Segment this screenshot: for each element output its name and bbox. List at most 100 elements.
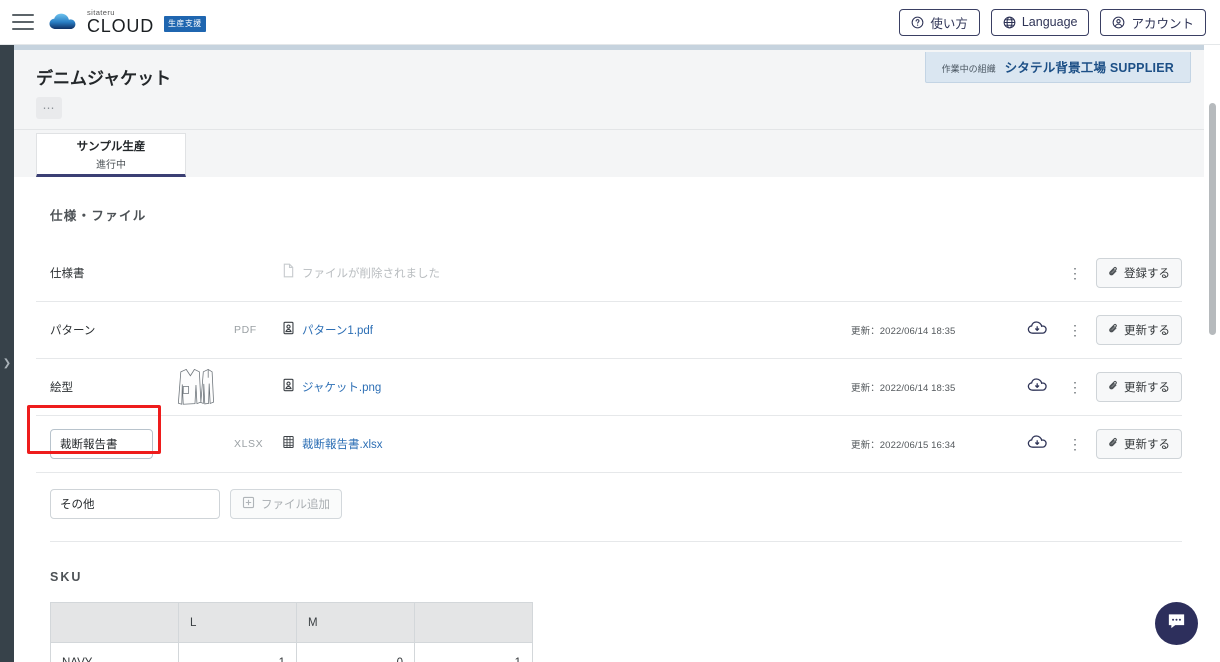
paperclip-icon bbox=[1108, 265, 1119, 281]
file-row-name: 絵型 bbox=[50, 382, 73, 394]
file-row-action: 更新する bbox=[1090, 429, 1182, 459]
app-root: sitateru CLOUD 生産支援 使い方 Language アカウント ❯… bbox=[0, 0, 1220, 662]
paperclip-icon bbox=[1108, 379, 1119, 395]
ellipsis-icon: ⋯ bbox=[42, 101, 56, 115]
sku-table: L M NAVY 1 0 1 bbox=[50, 602, 533, 662]
sku-col-header: M bbox=[296, 602, 415, 643]
vertical-dots-icon[interactable]: ⋮ bbox=[1068, 437, 1082, 451]
cloud-download-icon[interactable] bbox=[1027, 433, 1049, 455]
tab-label: サンプル生産 bbox=[76, 140, 146, 153]
sku-row-label: NAVY bbox=[50, 642, 179, 662]
sku-header-row: L M bbox=[50, 602, 533, 643]
file-row-updated: 更新：2022/06/14 18:35 bbox=[851, 383, 956, 394]
file-row-updated: 更新：2022/06/14 18:35 bbox=[851, 326, 956, 337]
file-row-file: パターン1.pdf bbox=[282, 321, 851, 340]
vertical-dots-icon[interactable]: ⋮ bbox=[1068, 323, 1082, 337]
table-row: XLSX 裁断報告書.xlsx 更新：2022/06/15 16:34 bbox=[36, 415, 1182, 472]
file-row-name: 仕様書 bbox=[50, 267, 85, 280]
file-row-menu[interactable]: ⋮ bbox=[1060, 437, 1090, 451]
file-row-action: 更新する bbox=[1090, 315, 1182, 345]
file-row-action: 更新する bbox=[1090, 372, 1182, 402]
files-table: 仕様書 ファイルが削除されました ⋮ 登録する パターン PDF パターン1.p… bbox=[36, 244, 1182, 519]
update-file-button[interactable]: 更新する bbox=[1096, 315, 1182, 345]
file-name-input[interactable] bbox=[50, 429, 153, 459]
vertical-dots-icon[interactable]: ⋮ bbox=[1068, 380, 1082, 394]
update-file-label: 更新する bbox=[1124, 439, 1170, 451]
page-more-button[interactable]: ⋯ bbox=[36, 97, 62, 119]
logo-badge: 生産支援 bbox=[164, 16, 206, 33]
file-row-updated: 更新：2022/06/15 16:34 bbox=[851, 440, 956, 451]
image-file-icon bbox=[282, 321, 295, 340]
table-row: 絵型 ジャケット.png 更新：2022/06/14 18:35 ⋮ 更新する bbox=[36, 358, 1182, 415]
jacket-sketch-thumbnail-icon[interactable] bbox=[172, 366, 217, 408]
files-section-title: 仕様・ファイル bbox=[50, 209, 147, 223]
sku-section-title: SKU bbox=[50, 570, 83, 584]
sku-cell-value: 0 bbox=[296, 642, 415, 662]
account-button-label: アカウント bbox=[1131, 16, 1194, 31]
new-file-name-input[interactable] bbox=[50, 489, 220, 519]
register-file-button[interactable]: 登録する bbox=[1096, 257, 1182, 288]
sku-col-header: L bbox=[178, 602, 297, 643]
chat-bubble-icon bbox=[1166, 611, 1187, 637]
update-file-label: 更新する bbox=[1124, 325, 1170, 337]
chevron-right-icon[interactable]: ❯ bbox=[2, 355, 12, 373]
cloud-logo-icon bbox=[48, 11, 81, 33]
help-button[interactable]: 使い方 bbox=[899, 8, 980, 36]
paperclip-icon bbox=[1108, 436, 1119, 452]
header-actions: 使い方 Language アカウント bbox=[899, 8, 1220, 36]
table-row: パターン PDF パターン1.pdf 更新：2022/06/14 18:35 ⋮… bbox=[36, 301, 1182, 358]
logo-maintext: CLOUD bbox=[87, 16, 155, 37]
file-row-file: ジャケット.png bbox=[282, 378, 851, 397]
tab-sample-production[interactable]: サンプル生産 進行中 bbox=[36, 133, 186, 177]
add-file-icon bbox=[242, 496, 255, 512]
file-row-menu[interactable]: ⋮ bbox=[1060, 323, 1090, 337]
add-file-label: ファイル追加 bbox=[261, 499, 330, 511]
file-row-name-field bbox=[50, 429, 172, 459]
register-file-label: 登録する bbox=[1124, 267, 1170, 280]
file-row-file: 裁断報告書.xlsx bbox=[282, 435, 851, 454]
vertical-dots-icon[interactable]: ⋮ bbox=[1068, 266, 1082, 280]
file-row-download[interactable] bbox=[1016, 376, 1060, 398]
paperclip-icon bbox=[1108, 322, 1119, 338]
update-file-button[interactable]: 更新する bbox=[1096, 429, 1182, 459]
left-sidebar-rail: ❯ bbox=[0, 45, 14, 662]
file-link[interactable]: 裁断報告書.xlsx bbox=[302, 436, 383, 452]
table-row: NAVY 1 0 1 bbox=[50, 642, 533, 662]
tab-bar: サンプル生産 進行中 bbox=[14, 129, 1204, 177]
update-file-label: 更新する bbox=[1124, 382, 1170, 394]
file-row-type: PDF bbox=[234, 324, 257, 336]
sku-cell-value: 1 bbox=[414, 642, 533, 662]
image-file-icon bbox=[282, 378, 295, 397]
logo-subtext: sitateru bbox=[87, 7, 115, 17]
sku-col-header bbox=[50, 602, 179, 643]
add-file-button[interactable]: ファイル追加 bbox=[230, 489, 342, 519]
chat-support-button[interactable] bbox=[1155, 602, 1198, 645]
page-scroll-area[interactable]: デニムジャケット ⋯ 作業中の組織 シタテル背景工場 SUPPLIER サンプル… bbox=[14, 45, 1220, 662]
organization-name: シタテル背景工場 SUPPLIER bbox=[1004, 61, 1174, 75]
app-logo[interactable]: sitateru CLOUD 生産支援 bbox=[48, 7, 206, 37]
question-circle-icon bbox=[911, 16, 924, 29]
language-button[interactable]: Language bbox=[990, 8, 1090, 36]
cloud-download-icon[interactable] bbox=[1027, 319, 1049, 341]
file-link[interactable]: ジャケット.png bbox=[302, 379, 381, 395]
file-row-download[interactable] bbox=[1016, 433, 1060, 455]
organization-label: 作業中の組織 bbox=[941, 64, 996, 74]
file-row-file: ファイルが削除されました bbox=[282, 263, 851, 283]
file-row-menu[interactable]: ⋮ bbox=[1060, 380, 1090, 394]
hamburger-icon[interactable] bbox=[12, 14, 34, 30]
file-row-type: XLSX bbox=[234, 438, 264, 450]
file-link[interactable]: パターン1.pdf bbox=[302, 322, 373, 338]
file-row-menu[interactable]: ⋮ bbox=[1060, 266, 1090, 280]
spreadsheet-file-icon bbox=[282, 435, 295, 454]
table-row: 仕様書 ファイルが削除されました ⋮ 登録する bbox=[36, 244, 1182, 301]
globe-icon bbox=[1003, 16, 1016, 29]
tab-status: 進行中 bbox=[96, 159, 126, 171]
current-organization-banner: 作業中の組織 シタテル背景工場 SUPPLIER bbox=[924, 52, 1191, 83]
account-circle-icon bbox=[1112, 16, 1125, 29]
vertical-scrollbar[interactable] bbox=[1209, 103, 1216, 335]
cloud-download-icon[interactable] bbox=[1027, 376, 1049, 398]
update-file-button[interactable]: 更新する bbox=[1096, 372, 1182, 402]
file-row-download[interactable] bbox=[1016, 319, 1060, 341]
file-row-thumbnail[interactable] bbox=[172, 366, 234, 408]
account-button[interactable]: アカウント bbox=[1100, 8, 1206, 36]
